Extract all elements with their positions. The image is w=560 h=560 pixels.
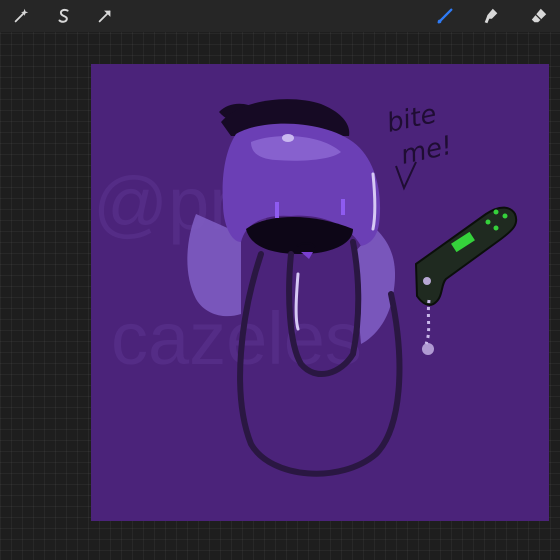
adjustments-button[interactable] [8,3,34,29]
caption-line1: bite [384,99,439,139]
selection-icon [58,8,69,23]
brush-icon [437,8,453,24]
top-toolbar [0,0,560,32]
transform-button[interactable] [92,3,118,29]
artwork: @pm- cazeles bite me! [93,99,518,477]
drawing-canvas[interactable]: @pm- cazeles bite me! [91,64,549,521]
eraser-icon [531,8,547,23]
caption-line2: me! [398,131,455,171]
paperclip-shine [294,272,300,331]
brush-button[interactable] [432,3,458,29]
eye-right [341,199,345,215]
magic-wand-icon [14,8,29,23]
eye-left [275,202,279,218]
device-light-4 [493,225,499,231]
device-body [414,206,518,306]
device-charm [422,343,434,355]
eraser-button[interactable] [526,3,552,29]
smudge-button[interactable] [478,3,504,29]
device-button [423,277,431,285]
device-light-1 [493,209,499,215]
device-cord [424,299,431,345]
transform-arrow-icon [98,10,111,23]
selection-button[interactable] [51,3,77,29]
smudge-icon [484,8,498,24]
tongue [301,252,313,259]
device-light-2 [502,213,508,219]
hair-shine [282,134,294,142]
device-light-3 [485,219,491,225]
